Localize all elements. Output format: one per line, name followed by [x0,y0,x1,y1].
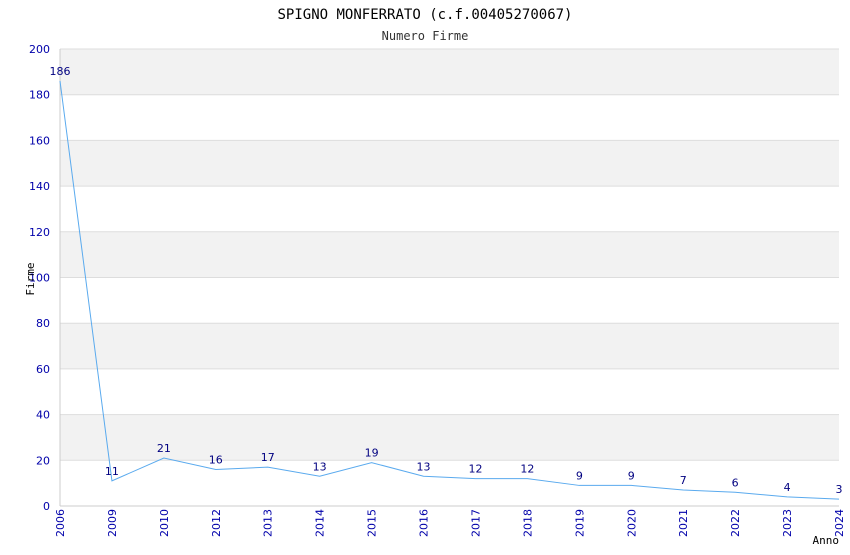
chart-subtitle: Numero Firme [382,29,469,43]
x-tick-label: 2024 [833,509,846,537]
x-tick-label: 2012 [210,509,223,537]
x-tick-label: 2018 [521,509,534,537]
x-axis-label: Anno [813,534,840,547]
x-tick-label: 2015 [366,509,379,537]
y-tick-label: 200 [29,43,50,56]
plot-band [60,231,839,278]
data-label: 9 [576,469,583,482]
data-label: 11 [105,465,119,478]
data-label: 19 [365,447,379,460]
x-tick-label: 2022 [729,509,742,537]
data-label: 7 [680,474,687,487]
x-tick-label: 2021 [677,509,690,537]
x-tick-label: 2020 [625,509,638,537]
y-tick-label: 40 [36,409,50,422]
x-tick-label: 2009 [106,509,119,537]
y-tick-label: 20 [36,454,50,467]
chart-title: SPIGNO MONFERRATO (c.f.00405270067) [277,7,572,23]
data-label: 9 [628,469,635,482]
data-label: 21 [157,442,171,455]
plot-band [60,94,839,141]
x-tick-label: 2010 [158,509,171,537]
plot-band [60,186,839,232]
data-label: 12 [468,463,482,476]
data-label: 16 [209,453,223,466]
x-tick-label: 2019 [573,509,586,537]
plot-band [60,414,839,461]
plot-band [60,140,839,187]
data-label: 186 [50,65,71,78]
x-tick-label: 2017 [469,509,482,537]
data-label: 6 [732,476,739,489]
x-tick-label: 2006 [54,509,67,537]
y-tick-label: 180 [29,89,50,102]
plot-band [60,49,839,95]
chart: 0 20 40 60 80 100 120 140 160 180 200 2006 2009 2010… [0,0,850,550]
data-label: 13 [417,460,431,473]
y-tick-label: 60 [36,363,50,376]
plot-band [60,460,839,506]
y-tick-label: 140 [29,180,50,193]
x-tick-labels: 2006 2009 2010 2012 2013 2014 2015 2016 2017 2018… [54,509,846,537]
x-tick-label: 2013 [262,509,275,537]
data-label: 13 [313,460,327,473]
x-tick-label: 2016 [418,509,431,537]
data-label: 17 [261,451,275,464]
y-tick-label: 80 [36,317,50,330]
y-tick-label: 120 [29,226,50,239]
y-tick-label: 160 [29,134,50,147]
data-label: 3 [836,483,843,496]
chart-svg: 020406080100120140160180200 2006 2009 2010… [24,7,846,547]
y-tick-label: 0 [43,500,50,513]
data-label: 12 [520,463,534,476]
data-label: 4 [784,481,791,494]
x-tick-label: 2014 [314,509,327,537]
y-axis-label: Firme [24,262,37,295]
plot-band [60,368,839,415]
plot-band [60,277,839,324]
plot-band [60,323,839,369]
x-tick-label: 2023 [781,509,794,537]
